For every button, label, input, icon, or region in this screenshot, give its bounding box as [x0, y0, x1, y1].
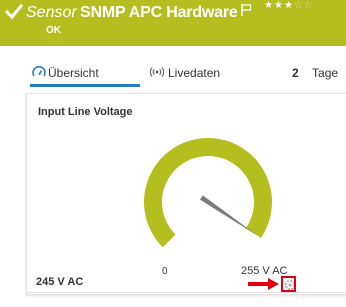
- sensor-header: Sensor SNMP APC Hardware ★ ★ ★ ☆ ☆ OK: [0, 0, 346, 46]
- flag-icon[interactable]: [241, 4, 252, 16]
- red-arrow-annotation: [248, 278, 279, 290]
- star-icon[interactable]: ☆: [294, 1, 303, 11]
- tab-2-days-number: 2: [292, 66, 299, 80]
- live-icon: [150, 67, 164, 77]
- gauge-arc: [144, 138, 272, 248]
- highlight-box: [281, 276, 296, 292]
- tab-overview[interactable]: Übersicht: [48, 65, 99, 81]
- star-icon[interactable]: ★: [264, 1, 273, 11]
- sensor-name: SNMP APC Hardware: [80, 4, 238, 21]
- tab-bar: Übersicht Livedaten 2 Tage: [0, 46, 346, 87]
- active-tab-indicator: [30, 84, 140, 87]
- tab-2-days[interactable]: 2 Tage: [292, 65, 338, 81]
- current-value: 245 V AC: [36, 276, 84, 288]
- overview-icon: [32, 66, 46, 77]
- tab-live-data[interactable]: Livedaten: [168, 65, 220, 81]
- gauge-panel: Input Line Voltage 245 V AC 0 255 V AC: [26, 93, 346, 295]
- sensor-prefix: Sensor: [26, 4, 77, 21]
- gauge-needle: [199, 195, 258, 236]
- voltage-gauge: [144, 138, 272, 248]
- gauge-min-label: 0: [162, 266, 168, 277]
- page: Sensor SNMP APC Hardware ★ ★ ★ ☆ ☆ OK Übersi…: [0, 0, 346, 307]
- check-icon: [5, 3, 23, 20]
- tab-2-days-label: Tage: [312, 66, 339, 80]
- panel-divider: [27, 292, 346, 293]
- status-text: OK: [46, 25, 61, 36]
- star-icon[interactable]: ★: [274, 1, 283, 11]
- priority-stars[interactable]: ★ ★ ★ ☆ ☆: [264, 1, 313, 11]
- star-icon[interactable]: ★: [284, 1, 293, 11]
- star-icon[interactable]: ☆: [304, 1, 313, 11]
